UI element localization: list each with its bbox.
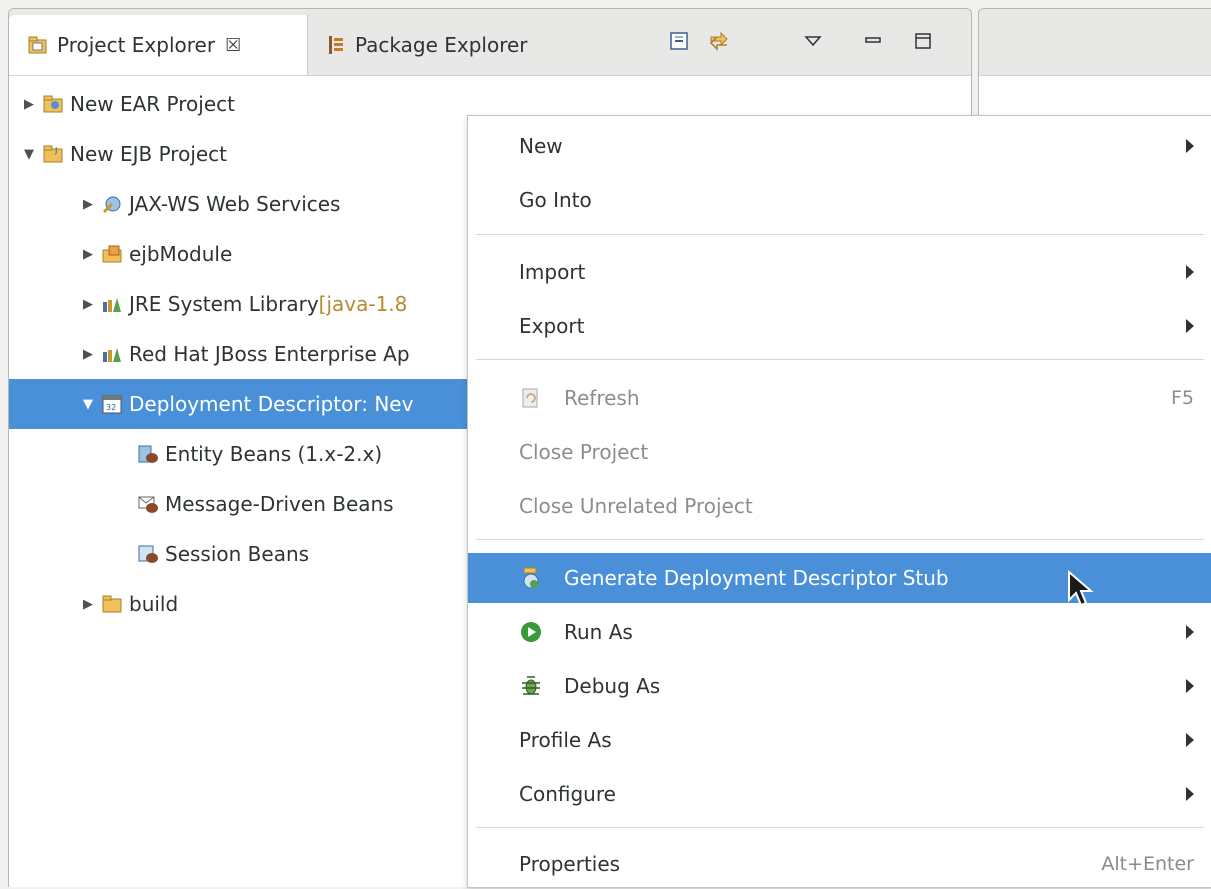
menu-item-label: Profile As [519, 728, 612, 752]
tree-item-label: JAX-WS Web Services [129, 192, 341, 216]
menu-item-label: Properties [519, 852, 621, 876]
run-icon [519, 620, 543, 644]
editor-tab-bar [979, 9, 1211, 76]
menu-item-close-unrelated-project[interactable]: Close Unrelated Project [468, 481, 1211, 531]
menu-separator [476, 539, 1204, 540]
expand-arrow-icon[interactable]: ▶ [81, 297, 95, 312]
menu-item-label: Run As [564, 620, 633, 644]
project-explorer-icon [27, 34, 49, 56]
menu-item-generate-deployment-descriptor-stub[interactable]: Generate Deployment Descriptor Stub [468, 553, 1211, 603]
refresh-icon [519, 386, 543, 410]
context-menu: New Go Into Import Export Refresh F5 Clo… [467, 115, 1211, 888]
debug-bug-icon [519, 674, 543, 698]
tab-project-explorer[interactable]: Project Explorer ☒ [9, 15, 308, 75]
expand-arrow-icon[interactable]: ▶ [22, 97, 36, 112]
ear-project-icon [42, 93, 64, 115]
tree-item-label: New EAR Project [70, 92, 235, 116]
library-icon [101, 293, 123, 315]
view-tab-bar: Project Explorer ☒ Package Explorer [9, 9, 971, 76]
menu-item-label: Refresh [564, 386, 640, 410]
package-explorer-icon [325, 34, 347, 56]
menu-item-label: Close Unrelated Project [519, 494, 753, 518]
tree-item-label: Session Beans [165, 542, 310, 566]
shortcut-label: F5 [1170, 387, 1194, 409]
tab-close-icon[interactable]: ☒ [225, 35, 241, 56]
expand-arrow-icon[interactable]: ▶ [81, 247, 95, 262]
tree-item-label: JRE System Library [129, 292, 319, 316]
submenu-arrow-icon [1186, 787, 1194, 801]
deployment-descriptor-icon: 32 [101, 393, 123, 415]
collapse-all-icon[interactable] [667, 29, 691, 53]
menu-separator [476, 359, 1204, 360]
shortcut-label: Alt+Enter [1101, 853, 1194, 875]
submenu-arrow-icon [1186, 625, 1194, 639]
submenu-arrow-icon [1186, 679, 1194, 693]
submenu-arrow-icon [1186, 733, 1194, 747]
tree-item-label: Red Hat JBoss Enterprise Ap [129, 342, 410, 366]
menu-item-export[interactable]: Export [468, 301, 1211, 351]
maximize-icon[interactable] [911, 29, 935, 53]
expand-arrow-icon[interactable]: ▶ [81, 597, 95, 612]
submenu-arrow-icon [1186, 319, 1194, 333]
web-services-icon [101, 193, 123, 215]
submenu-arrow-icon [1186, 265, 1194, 279]
menu-item-new[interactable]: New [468, 121, 1211, 171]
link-with-editor-icon[interactable] [707, 29, 731, 53]
view-menu-icon[interactable] [801, 29, 825, 53]
collapse-arrow-icon[interactable]: ▼ [81, 397, 95, 412]
menu-item-label: Go Into [519, 188, 592, 212]
source-folder-icon [101, 243, 123, 265]
menu-item-label: Export [519, 314, 585, 338]
entity-bean-icon [137, 443, 159, 465]
session-bean-icon [137, 543, 159, 565]
tab-package-explorer-label: Package Explorer [355, 33, 528, 57]
menu-separator [476, 234, 1204, 235]
collapse-arrow-icon[interactable]: ▼ [22, 147, 36, 162]
menu-item-refresh[interactable]: Refresh F5 [468, 373, 1211, 423]
menu-item-label: Import [519, 260, 586, 284]
tree-item-label: Deployment Descriptor: Nev [129, 392, 414, 416]
tree-item-label: Message-Driven Beans [165, 492, 394, 516]
menu-item-import[interactable]: Import [468, 247, 1211, 297]
library-icon [101, 343, 123, 365]
tab-project-explorer-label: Project Explorer [57, 33, 216, 57]
expand-arrow-icon[interactable]: ▶ [81, 197, 95, 212]
menu-item-close-project[interactable]: Close Project [468, 427, 1211, 477]
tree-item-decoration: [java-1.8 [318, 292, 408, 316]
tree-item-label: ejbModule [129, 242, 233, 266]
menu-item-label: New [519, 134, 563, 158]
menu-item-label: Generate Deployment Descriptor Stub [564, 566, 949, 590]
expand-arrow-icon[interactable]: ▶ [81, 347, 95, 362]
menu-item-go-into[interactable]: Go Into [468, 175, 1211, 225]
menu-item-label: Debug As [564, 674, 661, 698]
menu-item-debug-as[interactable]: Debug As [468, 661, 1211, 711]
svg-text:J: J [54, 146, 57, 155]
menu-item-run-as[interactable]: Run As [468, 607, 1211, 657]
tree-item-label: build [129, 592, 179, 616]
generate-stub-icon [519, 566, 543, 590]
submenu-arrow-icon [1186, 139, 1194, 153]
tree-item-label: New EJB Project [70, 142, 228, 166]
mouse-pointer-icon [1066, 569, 1096, 610]
tab-package-explorer[interactable]: Package Explorer [309, 15, 569, 75]
menu-item-label: Configure [519, 782, 616, 806]
folder-icon [101, 593, 123, 615]
menu-item-configure[interactable]: Configure [468, 769, 1211, 819]
menu-item-properties[interactable]: Properties Alt+Enter [468, 839, 1211, 889]
message-bean-icon [137, 493, 159, 515]
ejb-project-icon: J [42, 143, 64, 165]
menu-separator [476, 827, 1204, 828]
menu-item-label: Close Project [519, 440, 649, 464]
minimize-icon[interactable] [861, 29, 885, 53]
menu-item-profile-as[interactable]: Profile As [468, 715, 1211, 765]
svg-text:32: 32 [106, 403, 116, 412]
tree-item-label: Entity Beans (1.x-2.x) [165, 442, 383, 466]
